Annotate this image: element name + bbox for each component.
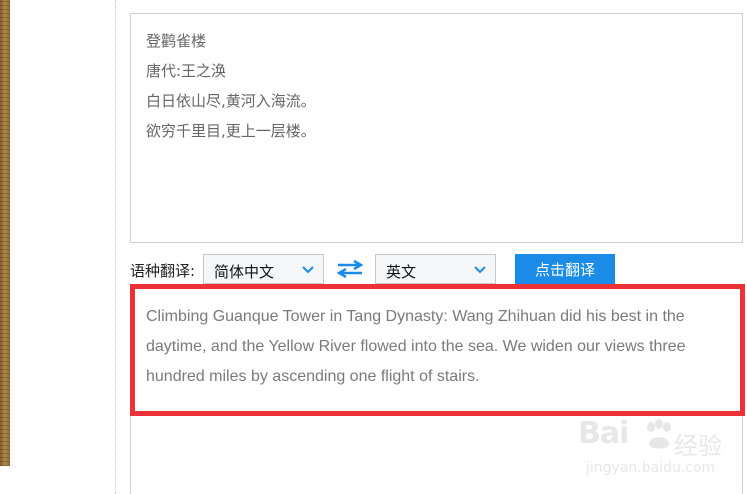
- source-line-verse-1: 白日依山尽,黄河入海流。: [146, 92, 316, 110]
- language-label: 语种翻译:: [130, 262, 196, 280]
- chevron-down-icon: [302, 266, 314, 274]
- translation-result-text: Climbing Guanque Tower in Tang Dynasty: …: [146, 308, 686, 385]
- translate-button[interactable]: 点击翻译: [515, 254, 615, 284]
- language-bar: 语种翻译: 简体中文 英文 点击翻译: [130, 254, 747, 286]
- source-line-title: 登鹳雀楼: [146, 32, 207, 50]
- source-text-lines: 登鹳雀楼 唐代:王之涣 白日依山尽,黄河入海流。 欲穷千里目,更上一层楼。: [146, 30, 316, 150]
- column-divider: [115, 0, 116, 494]
- swap-arrows-icon[interactable]: [337, 260, 363, 278]
- source-line-author: 唐代:王之涣: [146, 62, 227, 80]
- source-language-select[interactable]: 简体中文: [203, 254, 324, 284]
- target-language-value: 英文: [386, 263, 417, 281]
- source-line-verse-2: 欲穷千里目,更上一层楼。: [146, 122, 316, 140]
- watermark-url: jingyan.baidu.com: [586, 460, 716, 476]
- chevron-down-icon: [474, 266, 486, 274]
- target-language-select[interactable]: 英文: [375, 254, 496, 284]
- source-language-value: 简体中文: [214, 263, 275, 281]
- baidu-jingyan-watermark: Bai 经验 jingyan.baidu.com: [578, 416, 740, 486]
- paw-icon: [647, 419, 671, 449]
- source-text-area[interactable]: 登鹳雀楼 唐代:王之涣 白日依山尽,黄河入海流。 欲穷千里目,更上一层楼。: [130, 13, 743, 243]
- background-image-strip: [0, 0, 10, 466]
- watermark-brand-cn: 经验: [674, 432, 722, 460]
- watermark-brand: Bai: [578, 416, 629, 451]
